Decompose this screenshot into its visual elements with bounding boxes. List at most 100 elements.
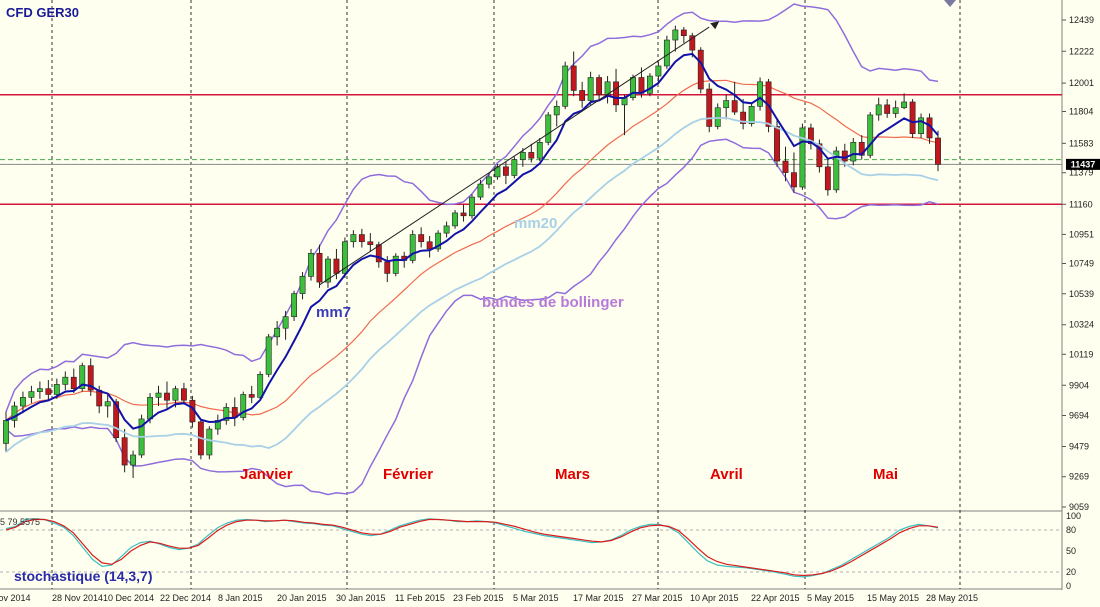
mm7-label: mm7 — [316, 304, 351, 321]
candle-body — [265, 336, 272, 375]
stoch-tick-label: 20 — [1066, 567, 1076, 577]
candle-body — [121, 437, 128, 466]
candle — [757, 77, 763, 111]
price-tick-label: 11160 — [1069, 199, 1093, 209]
current-price-label: 11437 — [1071, 159, 1096, 169]
candle-body — [579, 90, 586, 101]
candle-body — [596, 77, 603, 96]
candle-body — [452, 212, 458, 227]
candle-body — [316, 252, 323, 283]
bollinger-label: bandes de bollinger — [482, 294, 624, 311]
time-tick-label: 15 May 2015 — [867, 593, 919, 603]
candle — [79, 362, 86, 392]
price-tick-label: 10539 — [1069, 289, 1094, 299]
price-tick-label: 10119 — [1069, 349, 1093, 359]
candle-body — [460, 212, 467, 217]
price-tick-label: 9479 — [1069, 441, 1089, 451]
time-tick-label: 28 May 2015 — [926, 593, 978, 603]
candle-body — [53, 384, 60, 395]
price-tick-label: 9904 — [1069, 380, 1089, 390]
current-price-marker: 11437 — [1066, 158, 1100, 170]
candle-body — [824, 166, 831, 191]
candle — [409, 230, 416, 264]
candle-body — [257, 373, 264, 398]
month-label-mai: Mai — [873, 466, 898, 483]
candle-body — [291, 293, 297, 317]
candle-body — [867, 114, 874, 156]
candle-body — [130, 454, 137, 466]
candle-body — [333, 258, 340, 274]
candle-body — [901, 101, 908, 109]
candle-body — [502, 166, 509, 176]
price-tick-label: 11804 — [1069, 106, 1093, 116]
candle-body — [519, 152, 526, 160]
candle-body — [850, 142, 857, 162]
candle-body — [172, 388, 179, 401]
price-tick-label: 9269 — [1069, 472, 1089, 482]
candle — [833, 146, 840, 193]
candle-body — [358, 234, 365, 243]
time-tick-label: 22 Dec 2014 — [160, 593, 211, 603]
price-tick-label: 10951 — [1069, 229, 1094, 239]
candle-body — [570, 65, 577, 91]
time-tick-label: 17 Mar 2015 — [573, 593, 624, 603]
candle-body — [909, 101, 916, 134]
time-tick-label: 28 Nov 2014 — [52, 593, 103, 603]
candle-body — [282, 316, 289, 329]
stochastic-value: 5 79,5575 — [0, 517, 40, 527]
candle — [206, 426, 213, 460]
candle-body — [3, 420, 9, 444]
trading-chart: 1008050200 12439122221200111804115831137… — [0, 0, 1100, 603]
candle-body — [663, 39, 670, 67]
time-axis: Nov 2014 28 Nov 201410 Dec 2014 22 Dec 201… — [0, 593, 978, 603]
stoch-tick-label: 0 — [1066, 581, 1071, 591]
price-tick-label: 10324 — [1069, 320, 1094, 330]
candle-body — [155, 392, 162, 398]
candle-body — [774, 126, 780, 162]
candle-body — [443, 225, 450, 234]
stochastic-label: stochastique (14,3,7) — [14, 568, 153, 584]
candle-body — [274, 327, 281, 338]
candle-body — [562, 65, 569, 107]
candle-body — [528, 152, 535, 159]
candle-body — [36, 388, 43, 392]
candle — [562, 61, 569, 110]
time-tick-label: 5 Mar 2015 — [513, 593, 559, 603]
stoch-tick-label: 80 — [1066, 525, 1076, 535]
candle-body — [647, 75, 653, 94]
candle-body — [545, 114, 552, 143]
candle — [867, 112, 874, 159]
price-tick-label: 10749 — [1069, 259, 1094, 269]
mm20-label: mm20 — [514, 215, 557, 232]
candle-body — [697, 49, 704, 90]
candle — [392, 253, 399, 277]
candle-body — [418, 234, 425, 243]
time-tick-label: 11 Feb 2015 — [395, 593, 445, 603]
month-label-avril: Avril — [710, 466, 743, 483]
candle-body — [62, 376, 69, 385]
price-tick-label: 9059 — [1069, 502, 1089, 512]
candle-body — [511, 159, 518, 176]
stoch-tick-label: 50 — [1066, 546, 1076, 556]
candle — [469, 194, 475, 219]
candle — [291, 290, 297, 321]
candle-body — [486, 176, 492, 185]
price-tick-label: 11583 — [1069, 138, 1093, 148]
candle-body — [299, 276, 306, 294]
candle-body — [469, 196, 475, 217]
candle — [909, 99, 916, 139]
candle-body — [935, 137, 941, 165]
month-label-janvier: Janvier — [240, 466, 293, 483]
candle-body — [655, 65, 662, 77]
candle-body — [477, 183, 484, 198]
price-tick-label: 9694 — [1069, 411, 1089, 421]
candle-body — [748, 106, 755, 124]
candle — [663, 35, 670, 69]
candle-body — [613, 81, 619, 106]
candle-body — [181, 388, 187, 401]
time-tick-label: 30 Jan 2015 — [336, 593, 386, 603]
time-tick-label: 10 Dec 2014 — [103, 593, 154, 603]
candle-body — [384, 261, 391, 274]
candle-body — [392, 255, 399, 274]
candle-body — [723, 100, 730, 109]
